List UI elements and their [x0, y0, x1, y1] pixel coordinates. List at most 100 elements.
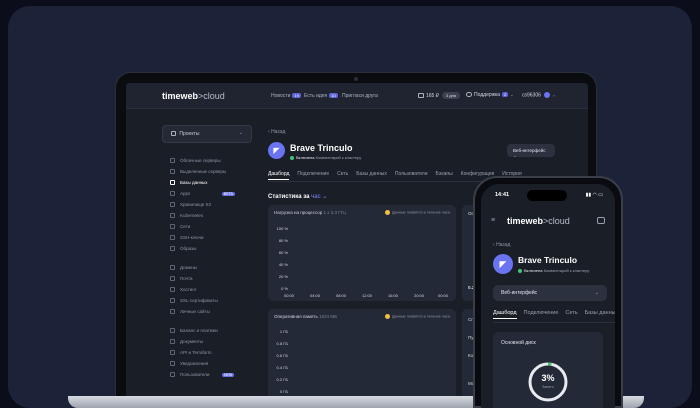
balance[interactable]: 165 ₽3 дня [418, 92, 460, 99]
dynamic-island [527, 190, 567, 201]
project-select[interactable]: Проекты ⌄ [162, 125, 252, 143]
cluster-comment[interactable]: Комментарий к кластеру [544, 268, 590, 273]
disk-percent: 3% [541, 373, 555, 383]
tab-network[interactable]: Сеть [337, 171, 348, 180]
sidebar-item-kubernetes[interactable]: Kubernetes [162, 210, 258, 221]
sidebar-item-billing[interactable]: Баланс и платежи [162, 325, 258, 336]
back-link[interactable]: ‹ Назад [268, 129, 285, 135]
ram-card-title: Оперативная память 1024 МБ [274, 314, 337, 319]
sidebar-item-api[interactable]: API и Terraform [162, 347, 258, 358]
phone-logo[interactable]: timeweb>cloud [507, 216, 570, 226]
server-name: Brave Trinculo [290, 143, 353, 153]
sidebar-item-label: Личные сайты [180, 309, 210, 314]
disk-title: Основной диск [501, 340, 536, 346]
logo-main: timeweb [507, 216, 544, 226]
sidebar-item-label: Kubernetes [180, 213, 204, 218]
back-label: Назад [496, 242, 511, 248]
status-badge: Включена [296, 155, 315, 160]
tab-databases[interactable]: Базы данны [585, 310, 615, 319]
sidebar-item-label: Облачные серверы [180, 158, 221, 163]
support-label: Поддержка [474, 92, 501, 98]
sidebar-item-label: Apps [180, 191, 191, 196]
chat-icon[interactable] [597, 217, 605, 224]
sidebar-item-label: Хранилище S3 [180, 202, 212, 207]
sidebar-item-domains[interactable]: Домены [162, 262, 258, 273]
sidebar-item-label: Уведомления [180, 361, 209, 366]
ram-title-text: Оперативная память [274, 314, 318, 319]
sidebar-item-hosting[interactable]: Хостинг [162, 284, 258, 295]
sidebar-item-label: Базы данных [180, 180, 208, 185]
sidebar-item-ssh-keys[interactable]: SSH-ключи [162, 232, 258, 243]
sidebar-item-sites[interactable]: Личные сайты [162, 306, 258, 317]
wallet-icon [170, 328, 175, 333]
web-interface-label: Веб-интерфейс [501, 290, 538, 296]
web-interface-button[interactable]: Веб-интерфейс ⌄ [507, 144, 555, 158]
sidebar-item-documents[interactable]: Документы [162, 336, 258, 347]
database-avatar: ◤ [493, 254, 513, 274]
cpu-card-title: Нагрузка на процессор 1 x 3.3 ГГц [274, 210, 346, 215]
network-icon [170, 224, 175, 229]
sidebar-item-databases[interactable]: Базы данных [162, 177, 258, 188]
nav-idea[interactable]: Есть идея 10 [304, 93, 338, 99]
sidebar-item-label: Домены [180, 265, 197, 270]
support-button[interactable]: Поддержка 2 ⌄ [466, 92, 514, 98]
sidebar-item-users[interactable]: Пользователи NEW [162, 369, 258, 380]
folder-icon [171, 131, 176, 137]
tab-dashboard[interactable]: Дашборд [493, 310, 517, 319]
account-menu[interactable]: cs96306 ⌄ [522, 92, 556, 98]
laptop-camera [354, 77, 358, 81]
sidebar-item-cloud-servers[interactable]: Облачные серверы [162, 155, 258, 166]
sidebar-item-mail[interactable]: Почта [162, 273, 258, 284]
cluster-comment[interactable]: Комментарий к кластеру [316, 155, 362, 160]
sidebar-item-dedicated[interactable]: Выделенные серверы [162, 166, 258, 177]
phone-web-interface-button[interactable]: Веб-интерфейс ⌄ [493, 285, 607, 301]
tab-users[interactable]: Пользователи [395, 171, 428, 180]
tab-connection[interactable]: Подключение [297, 171, 329, 180]
y-tick: 0 ГБ [279, 389, 288, 394]
users-icon [170, 372, 175, 377]
phone-screen: 14:41 ▮▮ ◠ ▭ ≡ timeweb>cloud ‹ Назад ◤ B… [481, 184, 615, 408]
sidebar-item-s3[interactable]: Хранилище S3 [162, 199, 258, 210]
sidebar-item-apps[interactable]: Apps BETA [162, 188, 258, 199]
phone-status-line: Включена Комментарий к кластеру [518, 268, 589, 273]
cpu-subtitle: 1 x 3.3 ГГц [323, 210, 346, 215]
nav-invite[interactable]: Пригласи друга [342, 93, 378, 99]
tab-network[interactable]: Сеть [565, 310, 577, 319]
period-select[interactable]: час ⌄ [311, 194, 327, 200]
nav-news-label: Новости [271, 93, 291, 99]
tab-connection[interactable]: Подключение [524, 310, 559, 319]
chevron-down-icon: ⌄ [594, 290, 599, 296]
cpu-note-text: Данные появятся в течение часа [391, 210, 450, 215]
menu-icon[interactable]: ≡ [491, 217, 495, 224]
y-tick: 20 % [278, 274, 288, 279]
phone-back-link[interactable]: ‹ Назад [493, 242, 510, 248]
tab-backups[interactable]: Бэкапы [436, 171, 453, 180]
phone-clock: 14:41 [495, 192, 510, 198]
tab-dashboard[interactable]: Дашборд [268, 171, 290, 180]
sidebar-item-label: Сети [180, 224, 191, 229]
mail-icon [170, 276, 175, 281]
y-tick: 0.8 ГБ [276, 341, 288, 346]
sidebar-item-label: Хостинг [180, 287, 197, 292]
sidebar-item-images[interactable]: Образы [162, 243, 258, 254]
image-icon [170, 246, 175, 251]
sidebar-item-notifications[interactable]: Уведомления [162, 358, 258, 369]
logo[interactable]: timeweb>cloud [162, 91, 225, 101]
background-panel: timeweb>cloud Новости 19 Есть идея 10 Приг… [8, 6, 692, 408]
sidebar-item-networks[interactable]: Сети [162, 221, 258, 232]
back-label: Назад [271, 129, 286, 135]
cpu-load-card: Нагрузка на процессор 1 x 3.3 ГГц Данные… [268, 205, 456, 301]
nav-news[interactable]: Новости 19 [271, 93, 301, 99]
server-icon [170, 169, 175, 174]
sidebar-item-label: Образы [180, 246, 197, 251]
tab-databases[interactable]: Базы данных [356, 171, 387, 180]
x-tick: 08:00 [336, 293, 347, 298]
new-badge: NEW [222, 372, 235, 377]
sidebar-item-ssl[interactable]: SSL-сертификаты [162, 295, 258, 306]
y-tick: 0.2 ГБ [276, 377, 288, 382]
cpu-title-text: Нагрузка на процессор [274, 210, 323, 215]
top-bar: timeweb>cloud Новости 19 Есть идея 10 Приг… [126, 83, 588, 109]
signal-battery-icon: ▮▮ ◠ ▭ [585, 192, 603, 198]
y-tick: 0.6 ГБ [276, 353, 288, 358]
y-tick: 40 % [278, 262, 288, 267]
